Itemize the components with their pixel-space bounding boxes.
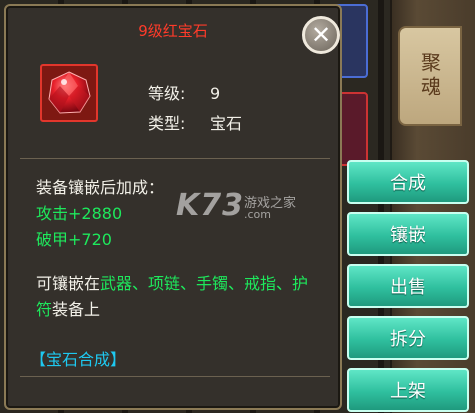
list-on-market-button[interactable]: 上架 [347, 368, 469, 412]
watermark-url: .com [244, 208, 271, 221]
inlay-line-1: 可镶嵌在武器、项链、手镯、戒指、护 [36, 270, 308, 294]
bonus-armor-pierce: 破甲+720 [36, 230, 112, 249]
level-row: 等级: 9 [148, 80, 220, 104]
inlay-suffix: 装备上 [52, 300, 101, 319]
inlay-targets: 武器、项链、手镯、戒指、护 [100, 274, 309, 293]
tab-juhun[interactable]: 聚魂 [398, 26, 462, 126]
close-icon[interactable]: ✕ [302, 16, 340, 54]
inlay-button[interactable]: 镶嵌 [347, 212, 469, 256]
compose-button[interactable]: 合成 [347, 160, 469, 204]
item-title: 9级红宝石 [138, 22, 208, 40]
inlay-target-fu: 符 [36, 300, 53, 319]
gem-compose-link[interactable]: 【宝石合成】 [30, 346, 126, 370]
level-label: 等级: [148, 84, 186, 103]
watermark: K73 游戏之家 .com [176, 188, 296, 223]
sell-button[interactable]: 出售 [347, 264, 469, 308]
watermark-logo: K73 [176, 188, 244, 223]
type-value: 宝石 [210, 114, 243, 133]
tab-label: 聚魂 [417, 52, 442, 100]
split-button[interactable]: 拆分 [347, 316, 469, 360]
inlay-line-2: 符装备上 [36, 296, 100, 320]
item-icon-frame [40, 64, 98, 122]
type-row: 类型: 宝石 [148, 110, 242, 134]
divider [20, 158, 330, 159]
type-label: 类型: [148, 114, 186, 133]
inlay-prefix: 可镶嵌在 [36, 274, 101, 293]
bonus-header: 装备镶嵌后加成： [36, 178, 165, 197]
divider [20, 376, 330, 377]
red-gem-icon [48, 71, 91, 114]
level-value: 9 [210, 84, 221, 103]
bonus-attack: 攻击+2880 [36, 204, 123, 223]
